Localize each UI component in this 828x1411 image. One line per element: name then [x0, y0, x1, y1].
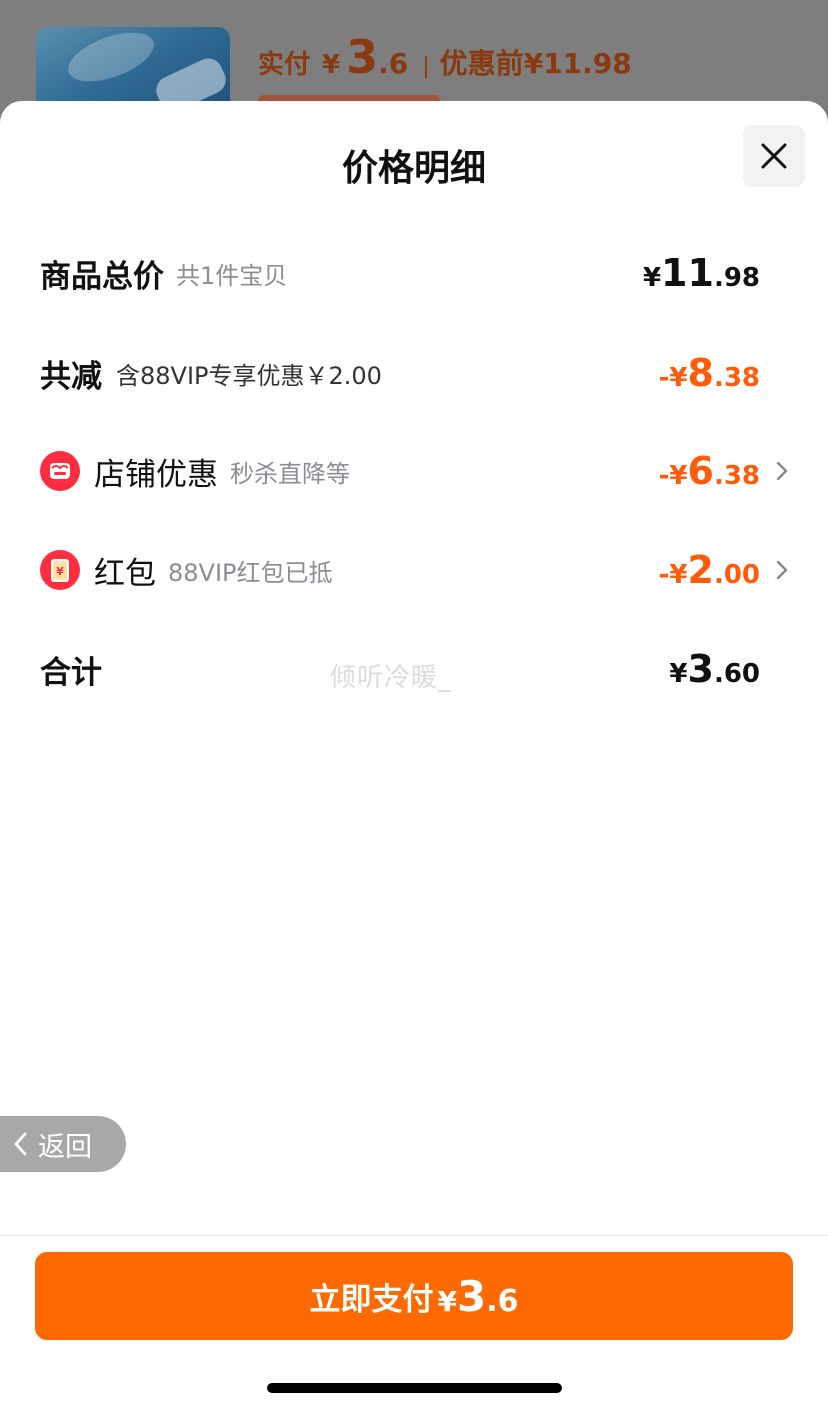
original-price: ¥11.98 [523, 47, 632, 80]
chevron-left-icon [14, 1132, 27, 1156]
paid-currency: ¥ [322, 50, 341, 80]
close-button[interactable] [743, 125, 805, 187]
amount-decimal: .6 [486, 1283, 519, 1319]
currency-symbol: -¥ [658, 560, 688, 590]
price-detail-sheet: 价格明细 商品总价 共1件宝贝 ¥ 11 .98 共减 含88VIP专享优惠￥2… [0, 101, 828, 1411]
amount-integer: 8 [687, 351, 714, 395]
footer-divider [0, 1235, 828, 1236]
paid-label: 实付 [258, 50, 311, 80]
sum-label: 合计 [40, 654, 102, 691]
red-packet-amount: -¥ 2 .00 [659, 548, 760, 592]
amount-decimal: .00 [713, 560, 760, 590]
shop-discount-label: 店铺优惠 [94, 456, 218, 493]
amount-decimal: .60 [713, 659, 760, 689]
row-red-packet[interactable]: ¥ 红包 88VIP红包已抵 -¥ 2 .00 [40, 540, 788, 600]
amount-decimal: .98 [713, 263, 760, 293]
row-total-discount: 共减 含88VIP专享优惠￥2.00 -¥ 8 .38 [40, 343, 788, 403]
total-discount-label: 共减 [40, 358, 102, 395]
paid-decimal: .6 [378, 47, 409, 80]
row-shop-discount[interactable]: 店铺优惠 秒杀直降等 -¥ 6 .38 [40, 441, 788, 501]
goods-total-label: 商品总价 [40, 258, 164, 295]
sheet-title: 价格明细 [341, 148, 486, 189]
sum-amount: ¥ 3 .60 [669, 647, 760, 691]
svg-text:¥: ¥ [56, 565, 64, 578]
paid-integer: 3 [346, 30, 379, 84]
watermark: 倾听冷暖_ [330, 663, 453, 693]
chevron-right-icon [766, 441, 788, 501]
amount-integer: 6 [687, 449, 714, 493]
amount-integer: 2 [687, 548, 714, 592]
amount-integer: 3 [456, 1271, 487, 1321]
back-button[interactable]: 返回 [0, 1116, 126, 1172]
shop-discount-note: 秒杀直降等 [230, 459, 350, 488]
original-price-label: 优惠前 [439, 47, 524, 80]
goods-count: 共1件宝贝 [176, 261, 288, 290]
shop-icon [40, 451, 80, 491]
close-icon [761, 143, 787, 169]
currency-symbol: -¥ [658, 363, 688, 393]
screen: 实付 ¥ 3 .6 | 优惠前 ¥11.98 价格明细 商品总价 共1件宝贝 ¥… [0, 0, 828, 1411]
amount-integer: 11 [661, 251, 714, 295]
currency-symbol: ¥ [437, 1284, 457, 1318]
chevron-right-icon [766, 540, 788, 600]
background-price: 实付 ¥ 3 .6 | 优惠前 ¥11.98 [258, 30, 632, 86]
pay-now-button[interactable]: 立即支付 ¥ 3 .6 [35, 1252, 793, 1340]
back-label: 返回 [38, 1131, 92, 1163]
amount-decimal: .38 [713, 363, 760, 393]
red-packet-note: 88VIP红包已抵 [168, 558, 333, 587]
currency-symbol: ¥ [669, 659, 688, 689]
row-goods-total: 商品总价 共1件宝贝 ¥ 11 .98 [40, 243, 788, 303]
price-separator: | [422, 54, 430, 79]
pay-now-label: 立即支付 [309, 1281, 434, 1318]
currency-symbol: ¥ [642, 263, 662, 293]
red-packet-icon: ¥ [40, 550, 80, 590]
vip-discount-note: 含88VIP专享优惠￥2.00 [116, 361, 382, 390]
amount-integer: 3 [687, 647, 714, 691]
home-indicator [267, 1383, 562, 1393]
red-packet-label: 红包 [94, 555, 156, 592]
goods-total-amount: ¥ 11 .98 [643, 251, 760, 295]
currency-symbol: -¥ [658, 461, 688, 491]
amount-decimal: .38 [713, 461, 760, 491]
total-discount-amount: -¥ 8 .38 [659, 351, 760, 395]
pay-now-amount: ¥ 3 .6 [434, 1272, 519, 1321]
shop-discount-amount: -¥ 6 .38 [659, 449, 760, 493]
